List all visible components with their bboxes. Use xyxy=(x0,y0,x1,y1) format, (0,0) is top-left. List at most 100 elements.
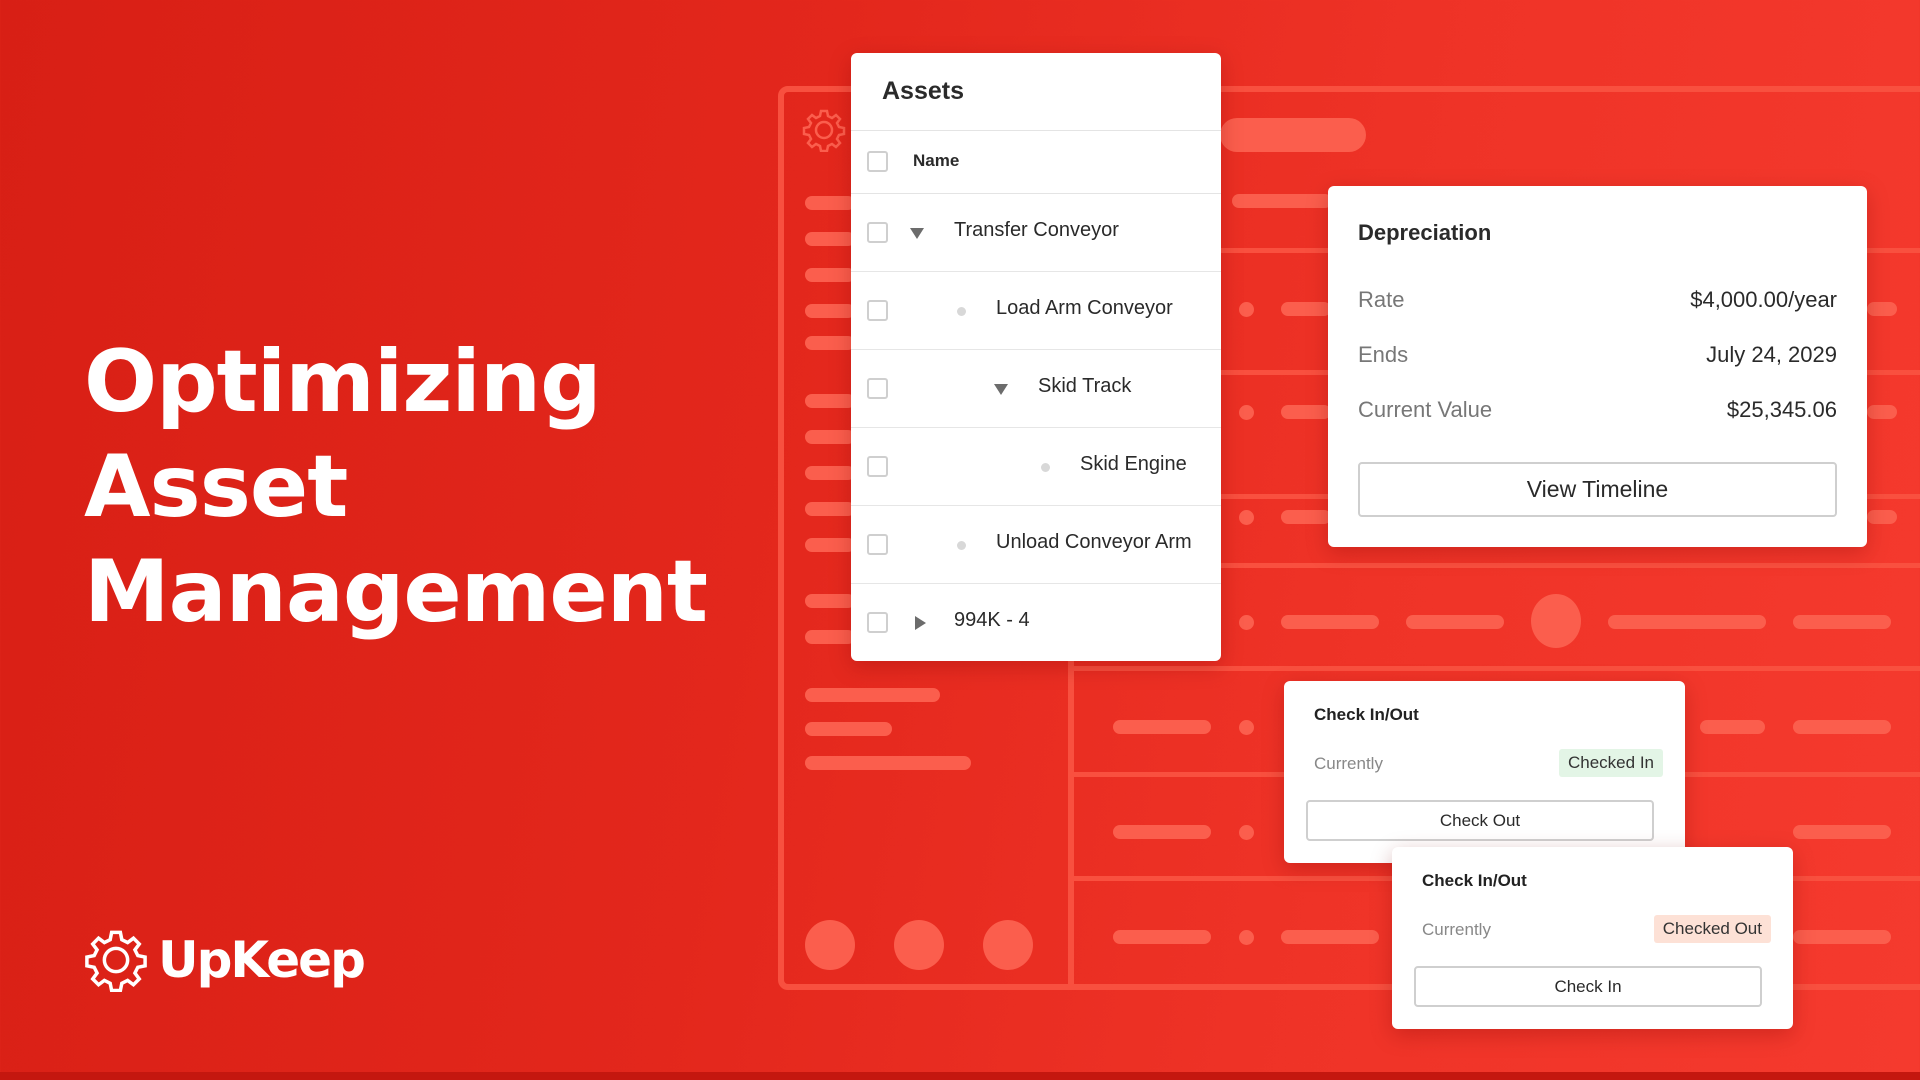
background-pill xyxy=(1113,720,1211,734)
asset-row[interactable]: Skid Track xyxy=(851,350,1221,428)
row-checkbox[interactable] xyxy=(867,300,888,321)
row-checkbox[interactable] xyxy=(867,456,888,477)
background-circle xyxy=(805,920,855,970)
background-pill xyxy=(1867,510,1897,524)
background-dot xyxy=(1239,510,1254,525)
background-pill xyxy=(805,336,855,350)
background-pill xyxy=(805,232,855,246)
background-pill xyxy=(805,394,855,408)
asset-row[interactable]: Transfer Conveyor xyxy=(851,194,1221,272)
background-pill xyxy=(1608,615,1766,629)
background-pill xyxy=(805,630,855,644)
asset-row[interactable]: 994K - 4 xyxy=(851,584,1221,662)
background-pill xyxy=(1232,194,1332,208)
brand-name: UpKeep xyxy=(158,931,366,989)
background-pill xyxy=(1793,615,1891,629)
currently-label: Currently xyxy=(1314,754,1383,773)
current-value-label: Current Value xyxy=(1358,397,1493,422)
depreciation-title: Depreciation xyxy=(1358,220,1492,245)
background-pill xyxy=(805,722,892,736)
select-all-checkbox[interactable] xyxy=(867,151,888,172)
assets-table-header: Name xyxy=(851,130,1221,194)
background-circle xyxy=(983,920,1033,970)
column-header-name[interactable]: Name xyxy=(913,151,959,171)
background-pill xyxy=(1281,510,1331,524)
background-line xyxy=(1220,86,1920,91)
expand-caret-icon[interactable] xyxy=(994,384,1008,395)
background-pill xyxy=(1700,720,1765,734)
asset-row[interactable]: Unload Conveyor Arm xyxy=(851,506,1221,584)
check-in-out-card: Check In/Out Currently Checked Out Check… xyxy=(1392,847,1793,1029)
depreciation-card: Depreciation Rate $4,000.00/year Ends Ju… xyxy=(1328,186,1867,547)
background-pill xyxy=(1113,825,1211,839)
headline-line: Optimizing xyxy=(84,332,602,432)
background-pill xyxy=(1867,302,1897,316)
asset-name[interactable]: Skid Engine xyxy=(1080,453,1187,476)
background-pill xyxy=(1281,302,1331,316)
background-pill xyxy=(805,196,855,210)
row-checkbox[interactable] xyxy=(867,612,888,633)
background-dot xyxy=(1239,720,1254,735)
background-dot xyxy=(1239,825,1254,840)
brand-logo: UpKeep xyxy=(84,928,366,992)
background-gear-icon xyxy=(802,109,846,152)
rate-value: $4,000.00/year xyxy=(1690,287,1837,312)
background-pill xyxy=(805,304,855,318)
headline-line: Asset xyxy=(84,437,348,537)
background-pill xyxy=(805,594,855,608)
background-pill xyxy=(1793,720,1891,734)
current-value-value: $25,345.06 xyxy=(1726,397,1837,422)
background-dot xyxy=(1239,302,1254,317)
bottom-strip xyxy=(0,1072,1920,1080)
ends-value: July 24, 2029 xyxy=(1706,342,1837,367)
background-circle xyxy=(894,920,944,970)
background-circle xyxy=(1531,594,1581,648)
background-pill xyxy=(1281,405,1331,419)
background-pill xyxy=(1406,615,1504,629)
background-pill xyxy=(1113,930,1211,944)
background-pill xyxy=(805,538,855,552)
background-pill xyxy=(1793,930,1891,944)
background-search-pill xyxy=(1220,118,1366,152)
leaf-bullet-icon xyxy=(957,541,966,550)
asset-row[interactable]: Load Arm Conveyor xyxy=(851,272,1221,350)
asset-name[interactable]: Transfer Conveyor xyxy=(954,219,1119,242)
background-dot xyxy=(1239,405,1254,420)
check-in-out-card: Check In/Out Currently Checked In Check … xyxy=(1284,681,1685,863)
background-pill xyxy=(1793,825,1891,839)
check-out-button[interactable]: Check Out xyxy=(1306,800,1654,841)
gear-icon xyxy=(85,930,147,992)
background-pill xyxy=(805,756,971,770)
background-line xyxy=(1220,563,1920,568)
background-pill xyxy=(805,430,855,444)
background-pill xyxy=(805,268,855,282)
headline-line: Management xyxy=(84,542,708,642)
ends-label: Ends xyxy=(1358,342,1409,367)
background-pill xyxy=(805,466,855,480)
check-card-title: Check In/Out xyxy=(1314,705,1419,724)
row-checkbox[interactable] xyxy=(867,534,888,555)
background-pill xyxy=(805,502,855,516)
expand-caret-icon[interactable] xyxy=(910,228,924,239)
asset-name[interactable]: Unload Conveyor Arm xyxy=(996,531,1192,554)
check-in-button[interactable]: Check In xyxy=(1414,966,1762,1007)
asset-name[interactable]: 994K - 4 xyxy=(954,609,1030,632)
asset-name[interactable]: Load Arm Conveyor xyxy=(996,297,1173,320)
row-checkbox[interactable] xyxy=(867,378,888,399)
leaf-bullet-icon xyxy=(1041,463,1050,472)
leaf-bullet-icon xyxy=(957,307,966,316)
assets-title: Assets xyxy=(882,77,964,105)
background-pill xyxy=(1281,930,1379,944)
collapse-caret-icon[interactable] xyxy=(915,616,926,630)
assets-panel: Assets Name Transfer Conveyor Load Arm C… xyxy=(851,53,1221,661)
currently-label: Currently xyxy=(1422,920,1491,939)
background-dot xyxy=(1239,615,1254,630)
background-pill xyxy=(1867,405,1897,419)
asset-name[interactable]: Skid Track xyxy=(1038,375,1131,398)
row-checkbox[interactable] xyxy=(867,222,888,243)
asset-row[interactable]: Skid Engine xyxy=(851,428,1221,506)
view-timeline-button[interactable]: View Timeline xyxy=(1358,462,1837,517)
check-card-title: Check In/Out xyxy=(1422,871,1527,890)
background-line xyxy=(1068,666,1920,671)
headline: Optimizing Asset Management xyxy=(84,330,708,645)
